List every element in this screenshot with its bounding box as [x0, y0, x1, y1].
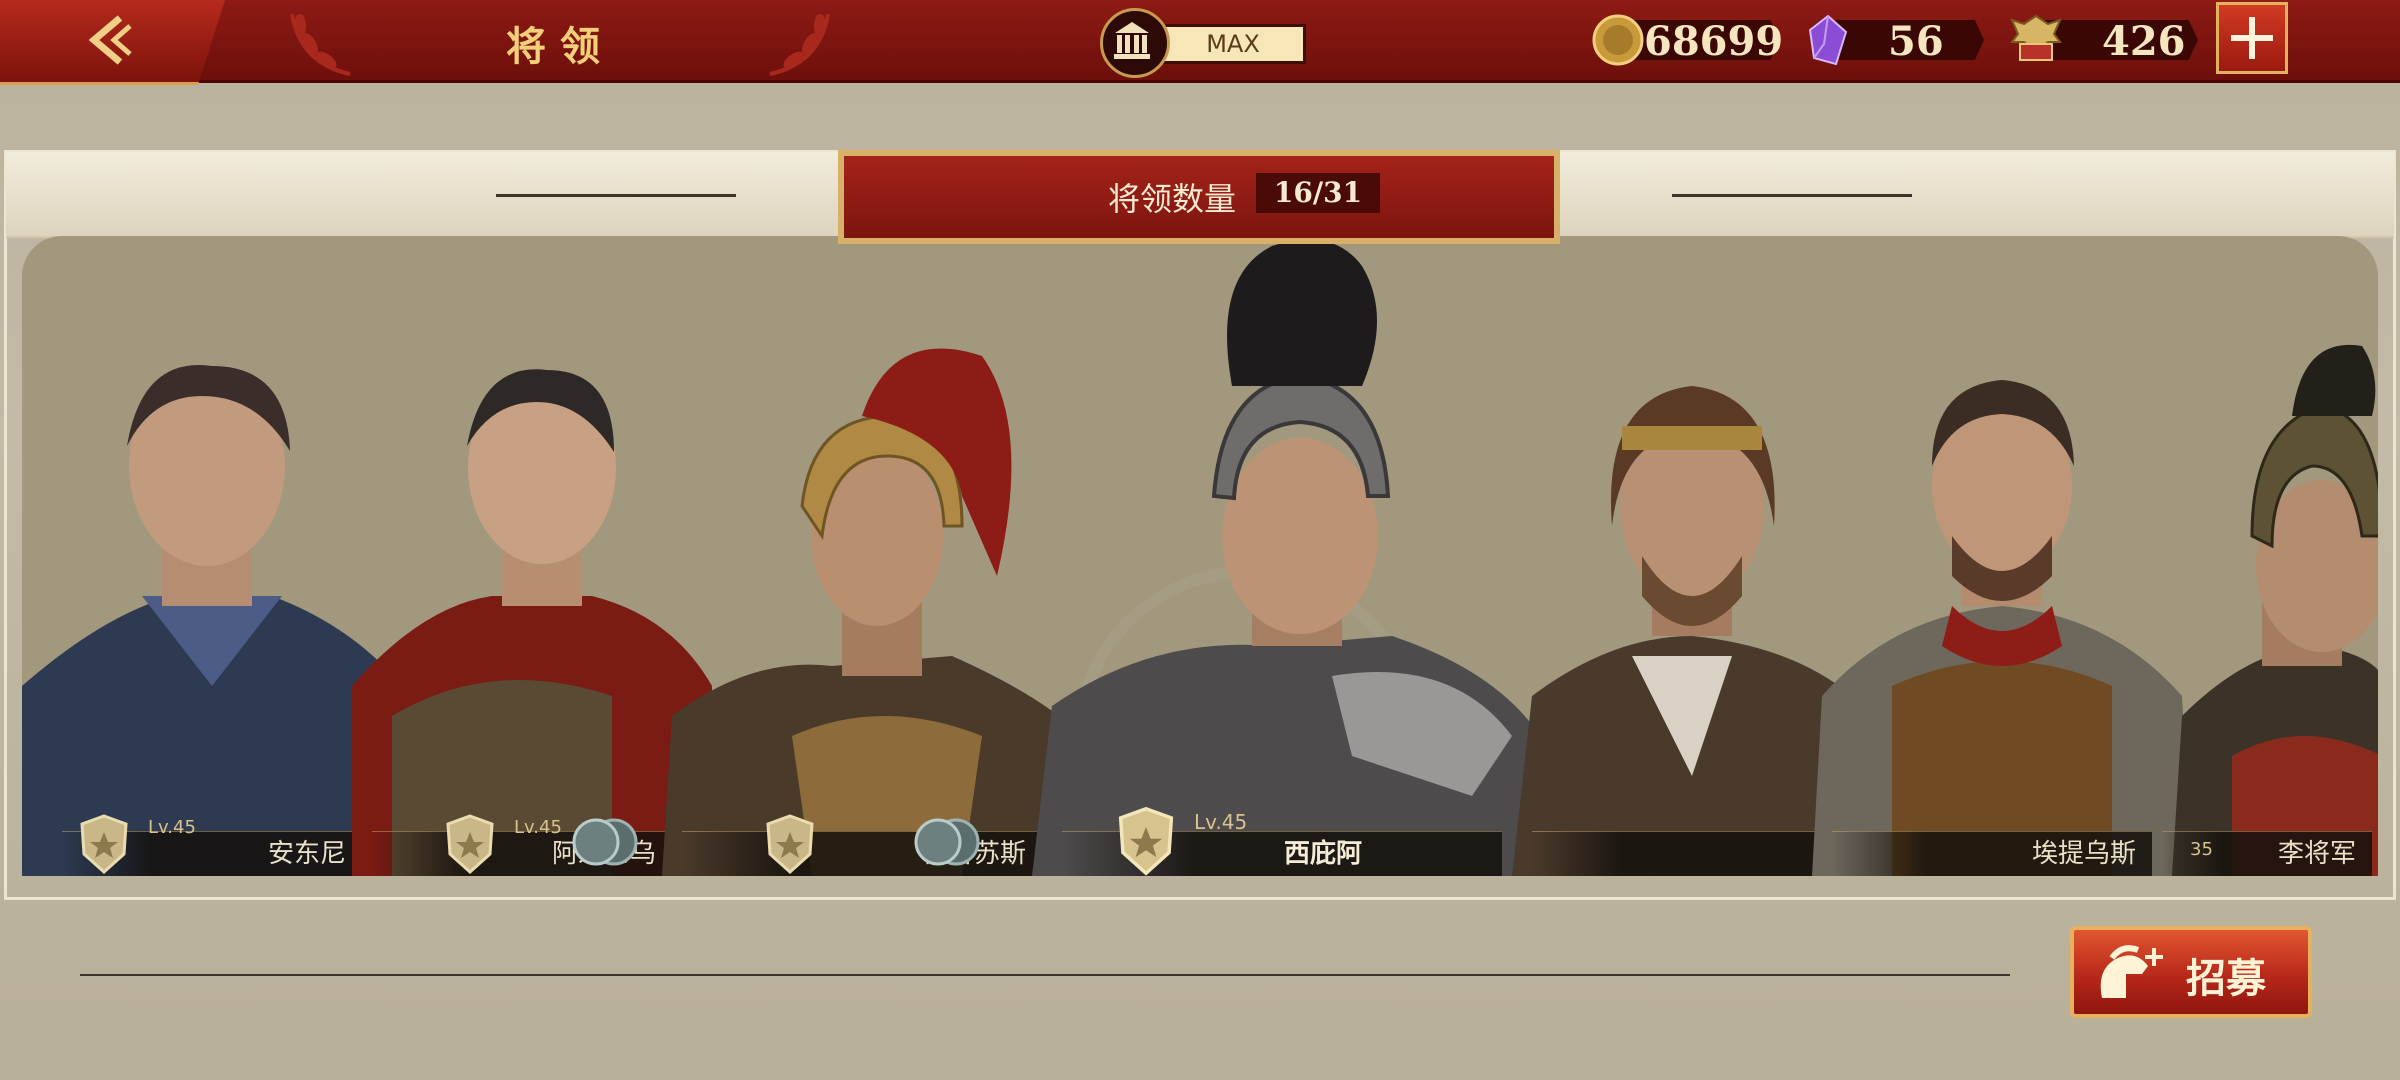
- general-name: 西庇阿: [1283, 839, 1362, 869]
- laurel-right-icon: [769, 13, 830, 76]
- general-card[interactable]: 阿米尼乌 Lv.45: [352, 356, 712, 876]
- top-bar: 将领 MAX 68699 56 426: [0, 0, 2400, 85]
- gold-resource[interactable]: 68699: [1592, 14, 1784, 66]
- general-level: Lv.45: [148, 817, 196, 838]
- spqr-eagle-icon: [2010, 14, 2062, 61]
- general-portrait: [1032, 239, 1552, 876]
- level-bar: MAX: [1160, 24, 1306, 64]
- general-portrait: [662, 348, 1082, 876]
- star-shield-icon: [80, 814, 128, 874]
- general-name: 埃提乌斯: [2031, 839, 2136, 869]
- general-level: Lv.45: [514, 817, 562, 838]
- general-nameplate: 埃提乌斯: [1832, 831, 2152, 876]
- general-level: Lv.45: [1194, 810, 1248, 834]
- recruit-button[interactable]: 招募: [2070, 926, 2312, 1018]
- star-shield-icon: [1118, 806, 1174, 876]
- laurel-left-icon: [290, 13, 351, 76]
- spqr-value: 426: [2102, 18, 2186, 65]
- page-title: 将领: [506, 23, 614, 70]
- general-portrait: [22, 365, 402, 876]
- purple-gem-icon: [1808, 14, 1848, 66]
- back-arrow-icon: [88, 15, 132, 65]
- general-card[interactable]: 安东尼 Lv.45: [22, 356, 402, 876]
- general-count-value: 16/31: [1256, 173, 1380, 213]
- general-card-selected[interactable]: 西庇阿 Lv.45: [1032, 236, 1552, 876]
- gem-value: 56: [1888, 18, 1944, 65]
- temple-level-icon[interactable]: [1100, 8, 1170, 78]
- gold-coin-icon: [1592, 14, 1644, 66]
- gem-resource[interactable]: 56: [1806, 14, 1986, 66]
- star-shield-icon: [446, 814, 494, 874]
- general-card[interactable]: 李将军 35: [2162, 344, 2378, 876]
- general-level: 35: [2190, 839, 2213, 860]
- temple-icon: [1114, 22, 1150, 59]
- general-name: 李将军: [2277, 839, 2356, 869]
- general-portrait: [352, 369, 712, 876]
- spqr-resource[interactable]: 426: [2008, 14, 2200, 65]
- general-roster: 安东尼 Lv.45 阿米尼乌 Lv.45: [22, 236, 2378, 876]
- general-nameplate: [1532, 831, 1832, 876]
- star-shield-icon: [766, 814, 814, 874]
- general-count-plate: 将领数量 16/31: [838, 150, 1560, 244]
- bottom-divider: [80, 974, 2010, 976]
- coin-stack-icon: [572, 818, 638, 866]
- general-portrait: [2172, 344, 2378, 876]
- gold-value: 68699: [1644, 18, 1784, 65]
- plus-icon: [2231, 17, 2273, 59]
- general-card[interactable]: 德鲁苏斯: [662, 348, 1082, 876]
- general-portrait: [1812, 380, 2192, 876]
- spartan-helmet-icon: [2100, 945, 2163, 998]
- general-name: 安东尼: [267, 839, 346, 869]
- add-resource-button[interactable]: [2216, 2, 2288, 74]
- general-nameplate: 德鲁苏斯: [682, 831, 1042, 876]
- general-count-label: 将领数量: [1108, 180, 1237, 218]
- recruit-label: 招募: [2186, 955, 2266, 1002]
- back-button[interactable]: [0, 0, 225, 85]
- general-card[interactable]: 埃提乌斯: [1812, 356, 2192, 876]
- coin-stack-icon: [914, 818, 980, 866]
